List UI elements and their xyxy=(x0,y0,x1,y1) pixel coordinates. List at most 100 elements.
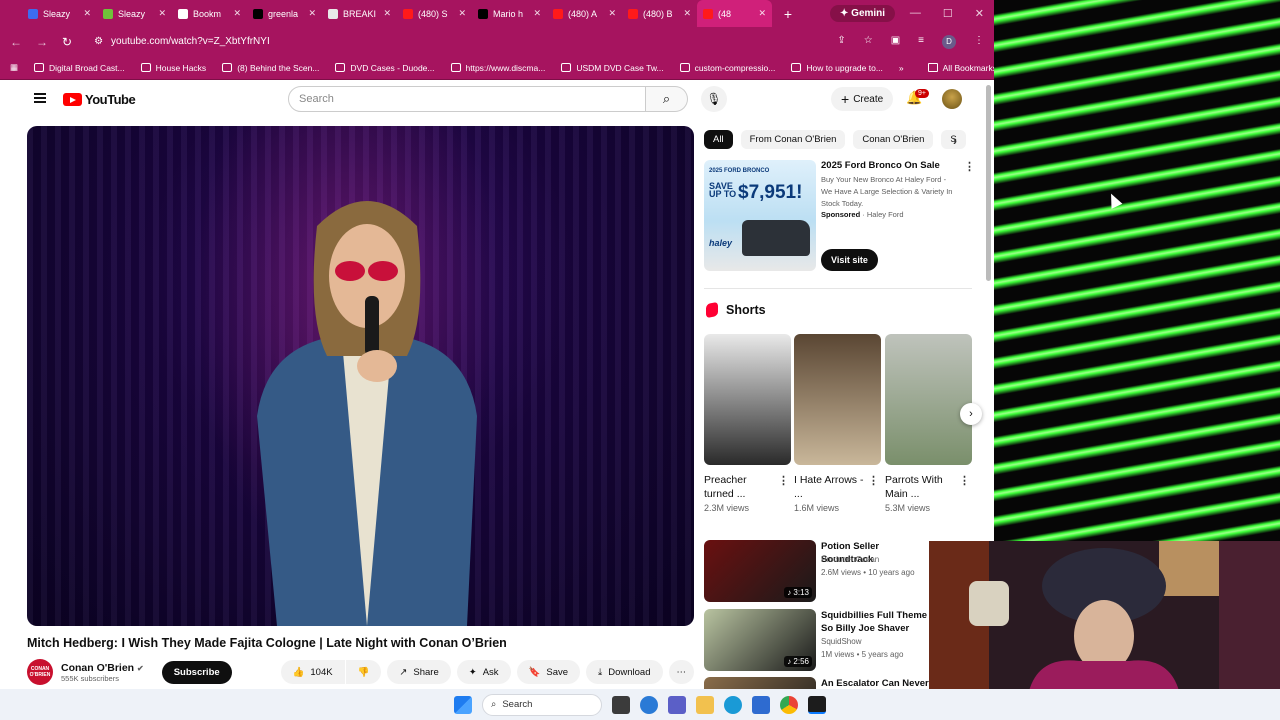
search-input[interactable]: Search xyxy=(288,86,646,112)
scrollbar[interactable] xyxy=(986,85,991,281)
ad-more-icon[interactable]: ⋮ xyxy=(964,160,975,173)
menu-icon[interactable]: ⋮ xyxy=(974,35,984,49)
short-thumbnail[interactable] xyxy=(704,334,791,465)
teams-icon[interactable] xyxy=(668,695,686,714)
short-card[interactable]: I Hate Arrows - ... 1.6M views ⋮ xyxy=(794,334,881,513)
browser-tab[interactable]: (480) S ✕ xyxy=(397,0,472,27)
short-title[interactable]: I Hate Arrows - ... xyxy=(794,473,864,501)
media-control-icon[interactable]: ≡ xyxy=(918,35,924,49)
short-card[interactable]: Preacher turned ... 2.3M views ⋮ xyxy=(704,334,791,513)
video-player[interactable] xyxy=(27,126,694,626)
tab-close-icon[interactable]: ✕ xyxy=(608,8,616,19)
short-title[interactable]: Preacher turned ... xyxy=(704,473,774,501)
short-thumbnail[interactable] xyxy=(794,334,881,465)
browser-tab[interactable]: Sleazy ✕ xyxy=(22,0,97,27)
account-avatar[interactable] xyxy=(942,89,962,109)
short-more-icon[interactable]: ⋮ xyxy=(778,474,789,487)
browser-tab[interactable]: Mario h ✕ xyxy=(472,0,547,27)
browser-tab[interactable]: greenla ✕ xyxy=(247,0,322,27)
gemini-button[interactable]: ✦ Gemini xyxy=(830,5,896,22)
bookmark-item[interactable]: https://www.discma... xyxy=(450,63,545,73)
search-button[interactable]: ⌕ xyxy=(646,86,688,112)
channel-name[interactable]: Conan O'Brien ✔ xyxy=(61,662,144,674)
voice-search-button[interactable]: 🎙 xyxy=(701,86,727,112)
more-bookmarks-icon[interactable]: » xyxy=(899,63,904,73)
save-button[interactable]: 🔖 Save xyxy=(516,660,581,684)
tab-close-icon[interactable]: ✕ xyxy=(758,8,766,19)
reload-icon[interactable]: ↻ xyxy=(62,35,72,49)
bookmark-item[interactable]: DVD Cases - Duode... xyxy=(335,63,435,73)
recommended-thumbnail[interactable]: ♪ 2:56 xyxy=(704,609,816,671)
short-more-icon[interactable]: ⋮ xyxy=(868,474,879,487)
filter-chip[interactable]: Conan O'Brien xyxy=(853,130,934,149)
short-card[interactable]: Parrots With Main ... 5.3M views ⋮ xyxy=(885,334,972,513)
tab-close-icon[interactable]: ✕ xyxy=(233,8,241,19)
maximize-icon[interactable]: ☐ xyxy=(943,7,953,20)
apps-grid-icon[interactable]: ▦ xyxy=(10,62,18,73)
file-explorer-icon[interactable] xyxy=(696,695,714,714)
back-icon[interactable]: ← xyxy=(10,35,22,49)
close-icon[interactable]: ✕ xyxy=(975,7,984,20)
bookmark-item[interactable]: USDM DVD Case Tw... xyxy=(561,63,664,73)
forward-icon[interactable]: → xyxy=(36,35,48,49)
subscribe-button[interactable]: Subscribe xyxy=(161,660,232,684)
browser-tab[interactable]: Sleazy ✕ xyxy=(97,0,172,27)
browser-tab[interactable]: Bookm ✕ xyxy=(172,0,247,27)
all-bookmarks[interactable]: All Bookmarks xyxy=(927,63,994,73)
store-icon[interactable] xyxy=(752,695,770,714)
menu-hamburger-icon[interactable] xyxy=(34,93,46,103)
task-view-icon[interactable] xyxy=(612,695,630,714)
ad-title[interactable]: 2025 Ford Bronco On Sale xyxy=(821,160,940,171)
bookmark-item[interactable]: House Hacks xyxy=(140,63,206,73)
short-title[interactable]: Parrots With Main ... xyxy=(885,473,955,501)
tab-close-icon[interactable]: ✕ xyxy=(683,8,691,19)
obs-icon[interactable] xyxy=(808,695,826,714)
taskbar-search[interactable]: ⌕ Search xyxy=(482,693,602,716)
tab-close-icon[interactable]: ✕ xyxy=(383,8,391,19)
chips-next-icon[interactable]: › xyxy=(953,134,957,148)
tab-close-icon[interactable]: ✕ xyxy=(458,8,466,19)
browser-tab[interactable]: (48 ✕ xyxy=(697,0,772,27)
youtube-logo[interactable]: YouTube xyxy=(63,92,136,107)
tab-close-icon[interactable]: ✕ xyxy=(533,8,541,19)
tab-close-icon[interactable]: ✕ xyxy=(83,8,91,19)
minimize-icon[interactable]: — xyxy=(910,7,921,20)
ad-thumbnail[interactable]: 2025 FORD BRONCO SAVE UP TO $7,951! hale… xyxy=(704,160,816,271)
shorts-next-button[interactable]: › xyxy=(960,403,982,425)
recommended-channel[interactable]: Producer Ocean xyxy=(821,555,879,564)
copilot-icon[interactable] xyxy=(640,695,658,714)
bookmark-item[interactable]: Digital Broad Cast... xyxy=(34,63,125,73)
recommended-title[interactable]: Squidbillies Full Theme So Billy Joe Sha… xyxy=(821,609,931,635)
star-icon[interactable]: ☆ xyxy=(864,35,873,49)
new-tab-button[interactable]: + xyxy=(778,6,798,22)
browser-tab[interactable]: (480) A ✕ xyxy=(547,0,622,27)
recommended-channel[interactable]: SquidShow xyxy=(821,637,861,646)
filter-chip[interactable]: All xyxy=(704,130,733,149)
recommended-thumbnail[interactable]: ♪ 3:13 xyxy=(704,540,816,602)
filter-chip[interactable]: From Conan O'Brien xyxy=(740,130,846,149)
ask-button[interactable]: ✦ Ask xyxy=(456,660,511,684)
share-button[interactable]: ↗ Share xyxy=(387,660,451,684)
download-button[interactable]: ⤓ Download xyxy=(586,660,663,684)
sidebar-icon[interactable]: ▣ xyxy=(891,35,900,49)
url-field[interactable]: ⚙ youtube.com/watch?v=Z_XbtYfrNYI xyxy=(86,31,823,53)
visit-site-button[interactable]: Visit site xyxy=(821,249,878,271)
tab-close-icon[interactable]: ✕ xyxy=(158,8,166,19)
like-button[interactable]: 👍 104K xyxy=(280,660,345,684)
more-actions-button[interactable]: ⋯ xyxy=(668,660,694,684)
create-button[interactable]: + Create xyxy=(831,87,894,111)
chrome-icon[interactable] xyxy=(780,695,798,714)
browser-tab[interactable]: BREAKI ✕ xyxy=(322,0,397,27)
tab-close-icon[interactable]: ✕ xyxy=(308,8,316,19)
site-info-icon[interactable]: ⚙ xyxy=(94,36,103,47)
bookmark-item[interactable]: (8) Behind the Scen... xyxy=(222,63,319,73)
bookmark-item[interactable]: custom-compressio... xyxy=(679,63,775,73)
browser-tab[interactable]: (480) B ✕ xyxy=(622,0,697,27)
install-app-icon[interactable]: ⇪ xyxy=(837,35,845,49)
profile-avatar[interactable]: D xyxy=(942,34,956,49)
channel-avatar[interactable]: CONAN O'BRIEN xyxy=(27,659,53,685)
short-more-icon[interactable]: ⋮ xyxy=(959,474,970,487)
bookmark-item[interactable]: How to upgrade to... xyxy=(791,63,883,73)
start-windows-icon[interactable] xyxy=(454,695,472,714)
edge-icon[interactable] xyxy=(724,695,742,714)
